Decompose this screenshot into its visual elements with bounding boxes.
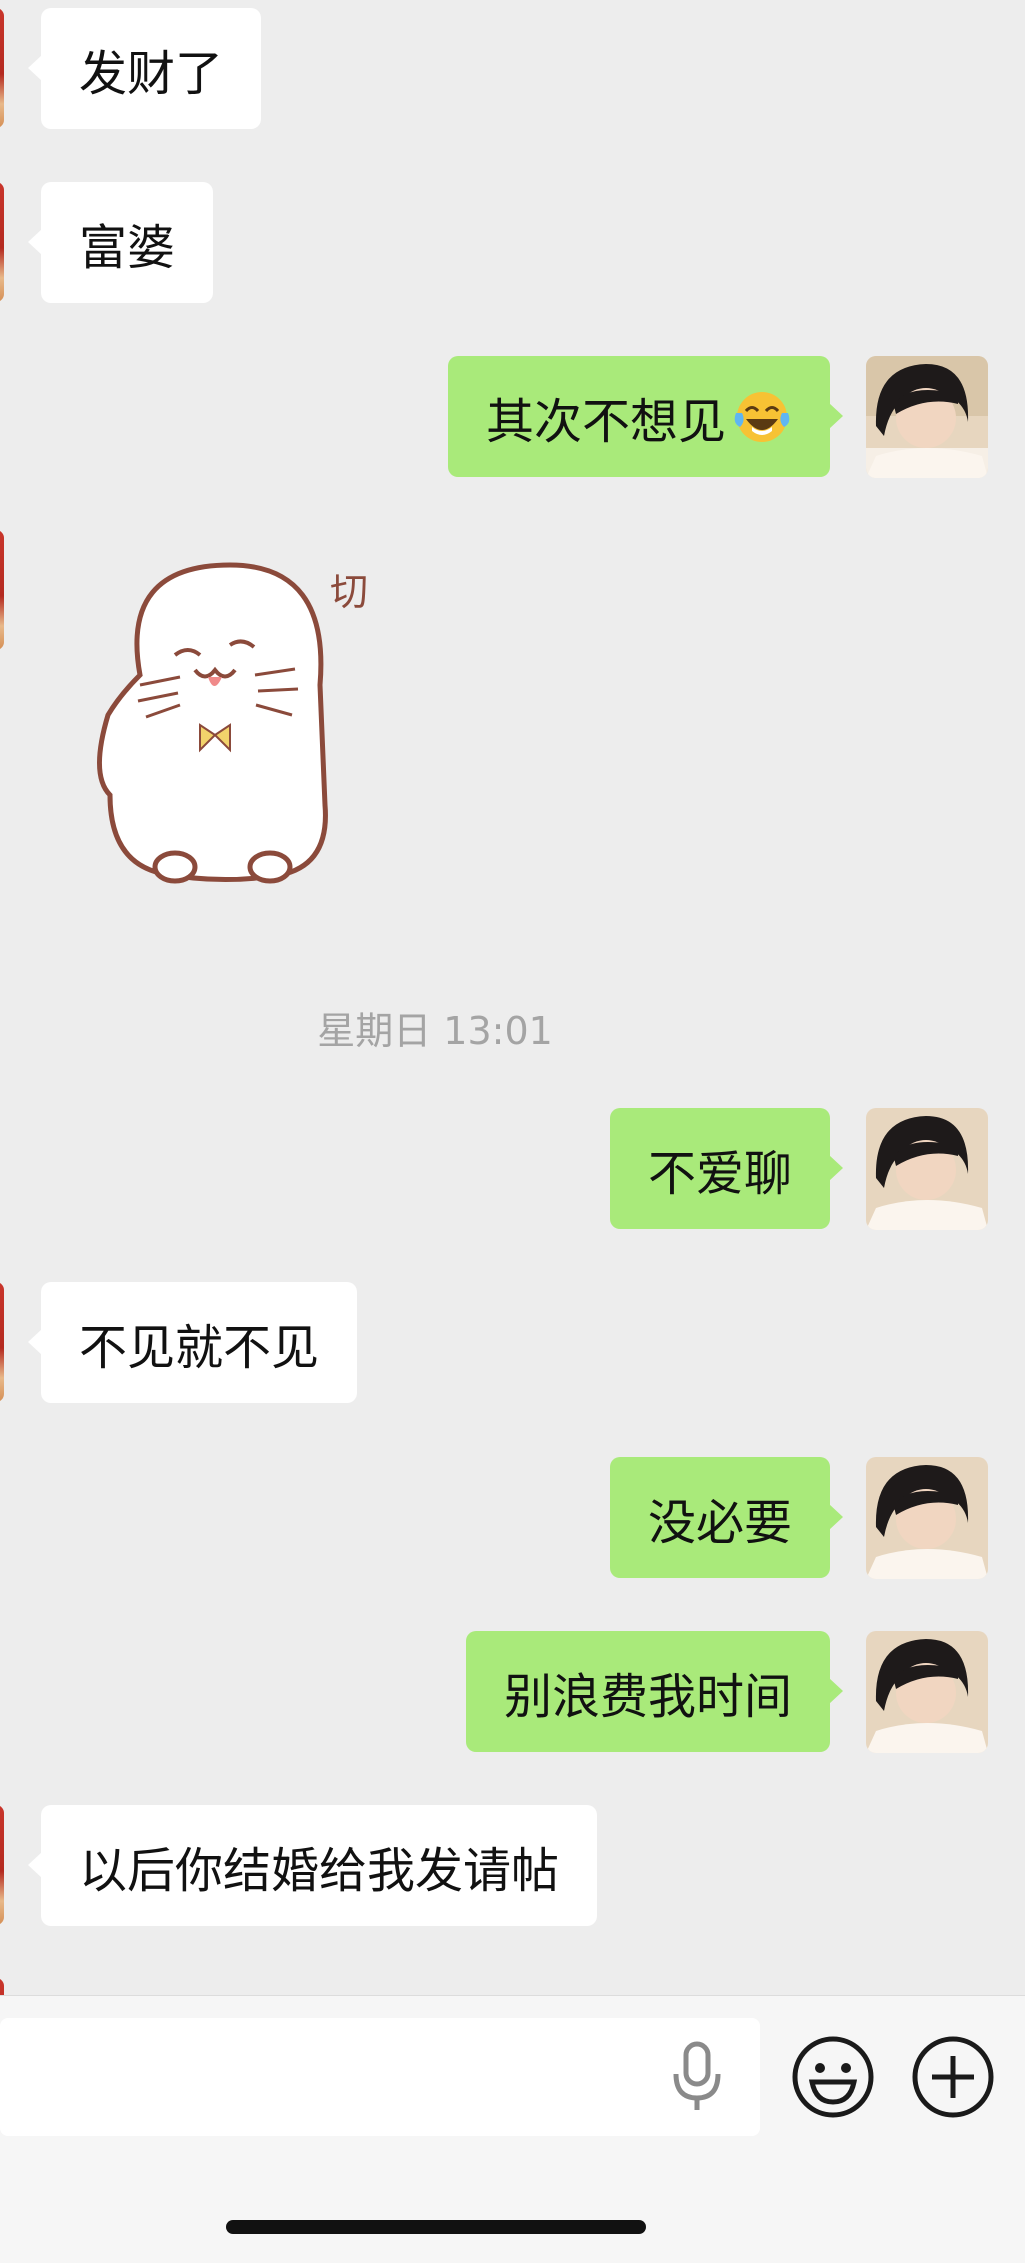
contact-avatar[interactable]	[0, 1978, 4, 1995]
contact-avatar[interactable]	[0, 1282, 4, 1402]
face-with-tears-of-joy-icon	[734, 391, 790, 442]
microphone-icon[interactable]	[668, 2040, 726, 2114]
outgoing-message[interactable]: 其次不想见	[447, 356, 844, 477]
contact-avatar[interactable]	[0, 1805, 4, 1925]
chat-area[interactable]: 发财了 富婆 其次不想见 切 星期日 13:01 不爱聊 不见就不见 没必要 别…	[0, 0, 1025, 1995]
outgoing-message[interactable]: 别浪费我时间	[465, 1631, 844, 1752]
incoming-message[interactable]: 富婆	[27, 182, 214, 303]
message-text: 富婆	[79, 219, 176, 276]
sticker-text: 切	[330, 570, 368, 614]
incoming-message[interactable]: 发财了	[27, 8, 262, 129]
incoming-message[interactable]: 不见就不见	[27, 1282, 358, 1403]
home-indicator[interactable]	[226, 2220, 646, 2234]
plus-icon[interactable]	[910, 2034, 996, 2120]
message-text: 以后你结婚给我发请帖	[79, 1842, 560, 1899]
my-avatar[interactable]	[866, 1457, 988, 1579]
message-text: 其次不想见	[485, 393, 726, 450]
message-input[interactable]	[0, 2018, 760, 2136]
my-avatar[interactable]	[866, 1631, 988, 1753]
contact-avatar[interactable]	[0, 530, 4, 650]
contact-avatar[interactable]	[0, 182, 4, 302]
cat-sticker[interactable]: 切	[80, 545, 420, 895]
message-text: 不见就不见	[79, 1319, 320, 1376]
message-text: 发财了	[79, 45, 224, 102]
message-text: 不爱聊	[647, 1145, 792, 1202]
emoji-icon[interactable]	[790, 2034, 876, 2120]
contact-avatar[interactable]	[0, 8, 4, 128]
outgoing-message[interactable]: 没必要	[609, 1457, 844, 1578]
message-text: 没必要	[647, 1494, 792, 1551]
timestamp: 星期日 13:01	[317, 1009, 553, 1053]
my-avatar[interactable]	[866, 1108, 988, 1230]
my-avatar[interactable]	[866, 356, 988, 478]
input-bar	[0, 1995, 1025, 2263]
outgoing-message[interactable]: 不爱聊	[609, 1108, 844, 1229]
message-text: 别浪费我时间	[503, 1668, 792, 1725]
incoming-message[interactable]: 以后你结婚给我发请帖	[27, 1805, 598, 1926]
